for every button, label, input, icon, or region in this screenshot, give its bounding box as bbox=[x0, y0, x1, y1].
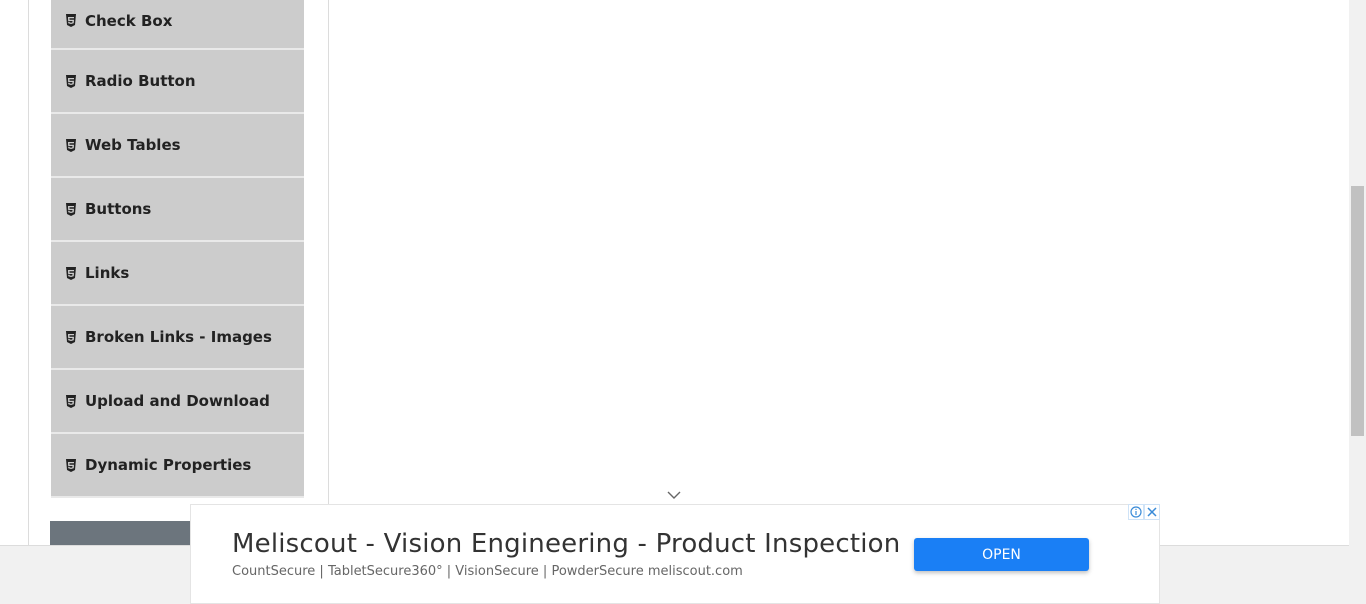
sidebar-item-buttons[interactable]: Buttons bbox=[51, 178, 304, 242]
sidebar-group-header[interactable] bbox=[50, 521, 190, 545]
sidebar-item-upload-and-download[interactable]: Upload and Download bbox=[51, 370, 304, 434]
sidebar-item-broken-links-images[interactable]: Broken Links - Images bbox=[51, 306, 304, 370]
html5-icon bbox=[66, 74, 76, 88]
sidebar-item-label: Buttons bbox=[85, 200, 152, 218]
sidebar-item-links[interactable]: Links bbox=[51, 242, 304, 306]
sidebar-menu: Check Box Radio Button Web Tables Button… bbox=[51, 0, 304, 498]
sidebar-item-radio-button[interactable]: Radio Button bbox=[51, 50, 304, 114]
ad-close-icon[interactable] bbox=[1144, 504, 1160, 520]
html5-icon bbox=[66, 394, 76, 408]
vertical-scrollbar[interactable] bbox=[1349, 0, 1366, 604]
sidebar-item-label: Broken Links - Images bbox=[85, 328, 272, 346]
html5-icon bbox=[66, 330, 76, 344]
ad-title[interactable]: Meliscout - Vision Engineering - Product… bbox=[232, 529, 900, 559]
sidebar-item-dynamic-properties[interactable]: Dynamic Properties bbox=[51, 434, 304, 498]
ad-open-button[interactable]: OPEN bbox=[914, 538, 1089, 571]
sidebar-item-web-tables[interactable]: Web Tables bbox=[51, 114, 304, 178]
ad-info-icon[interactable] bbox=[1128, 504, 1144, 520]
page-viewport: Check Box Radio Button Web Tables Button… bbox=[0, 0, 1366, 604]
html5-icon bbox=[66, 14, 76, 27]
sidebar-item-check-box[interactable]: Check Box bbox=[51, 0, 304, 50]
advertisement-banner[interactable]: Meliscout - Vision Engineering - Product… bbox=[190, 504, 1160, 604]
chevron-down-icon[interactable] bbox=[666, 490, 682, 500]
sidebar-item-label: Web Tables bbox=[85, 136, 181, 154]
html5-icon bbox=[66, 458, 76, 472]
ad-controls bbox=[1128, 504, 1160, 520]
sidebar-item-label: Check Box bbox=[85, 11, 173, 30]
scrollbar-thumb[interactable] bbox=[1351, 186, 1364, 436]
ad-subtitle[interactable]: CountSecure | TabletSecure360° | VisionS… bbox=[232, 564, 743, 579]
sidebar-item-label: Links bbox=[85, 264, 130, 282]
sidebar-item-label: Upload and Download bbox=[85, 392, 270, 410]
content-left-border bbox=[28, 0, 29, 545]
content-divider bbox=[328, 0, 329, 545]
html5-icon bbox=[66, 138, 76, 152]
html5-icon bbox=[66, 266, 76, 280]
sidebar-item-label: Radio Button bbox=[85, 72, 196, 90]
html5-icon bbox=[66, 202, 76, 216]
sidebar-item-label: Dynamic Properties bbox=[85, 456, 252, 474]
